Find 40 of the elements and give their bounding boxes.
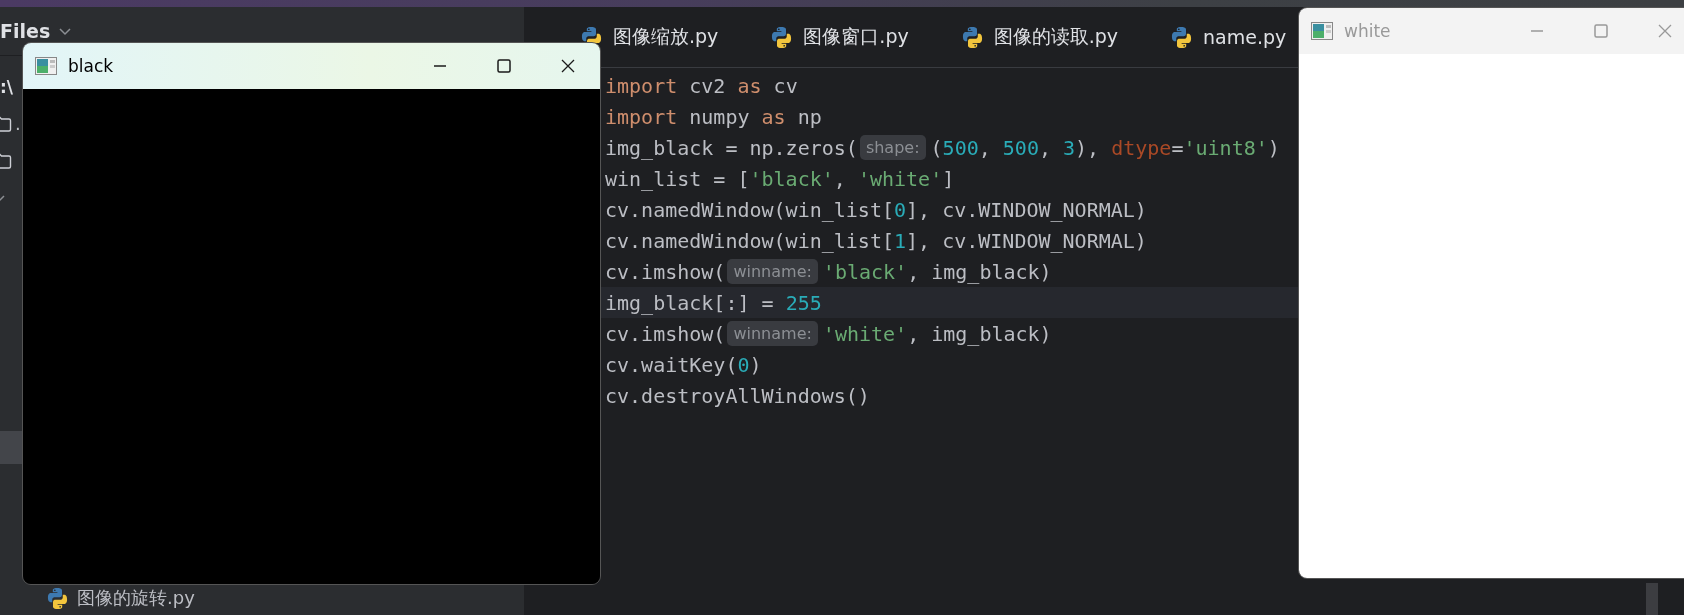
selected-row-highlight[interactable] <box>0 431 22 464</box>
minimize-icon <box>1528 30 1546 32</box>
close-icon <box>1656 22 1674 40</box>
project-path: :\ <box>0 75 14 99</box>
folder-label[interactable]: . <box>15 113 21 134</box>
window-title: black <box>68 56 115 76</box>
code-text: img_black = np.zeros( <box>605 135 858 160</box>
code-text: import cv2 as cv <box>605 73 798 98</box>
inlay-hint: shape: <box>859 135 926 160</box>
code-text: 'black', img_black) <box>822 259 1052 284</box>
editor-tab[interactable]: name.py <box>1170 25 1287 49</box>
code-text: import numpy as np <box>605 104 822 129</box>
python-file-icon <box>1170 25 1194 49</box>
scrollbar-thumb[interactable] <box>1646 583 1658 615</box>
code-text: cv.imshow( <box>605 321 726 346</box>
code-text: cv.namedWindow(win_list[1], cv.WINDOW_NORMAL) <box>605 228 1147 253</box>
python-file-icon <box>46 586 69 610</box>
code-text: img_black[:] = 255 <box>605 290 822 315</box>
maximize-icon <box>495 57 513 75</box>
editor-tab[interactable]: 图像窗口.py <box>770 24 909 50</box>
code-text: cv.destroyAllWindows() <box>605 383 870 408</box>
inlay-hint: winname: <box>727 259 818 284</box>
code-text: cv.imshow( <box>605 259 726 284</box>
app-icon <box>35 57 57 75</box>
file-label[interactable]: 图像的旋转.py <box>77 586 195 610</box>
code-text: win_list = ['black', 'white'] <box>605 166 955 191</box>
editor-tab[interactable]: 图像的读取.py <box>960 24 1119 50</box>
inlay-hint: winname: <box>727 321 818 346</box>
maximize-icon <box>1592 22 1610 40</box>
sidebar-title[interactable]: Files <box>0 20 51 42</box>
close-icon <box>559 57 577 75</box>
code-text: cv.namedWindow(win_list[0], cv.WINDOW_NORMAL) <box>605 197 1147 222</box>
code-text: 'white', img_black) <box>822 321 1052 346</box>
code-text: cv.waitKey(0) <box>605 352 762 377</box>
python-file-icon <box>770 25 794 49</box>
app-icon <box>1311 22 1333 40</box>
python-file-icon <box>960 25 984 49</box>
window-title: white <box>1344 21 1392 41</box>
code-text: (500, 500, 3), dtype='uint8') <box>930 135 1280 160</box>
minimize-icon <box>431 65 449 67</box>
